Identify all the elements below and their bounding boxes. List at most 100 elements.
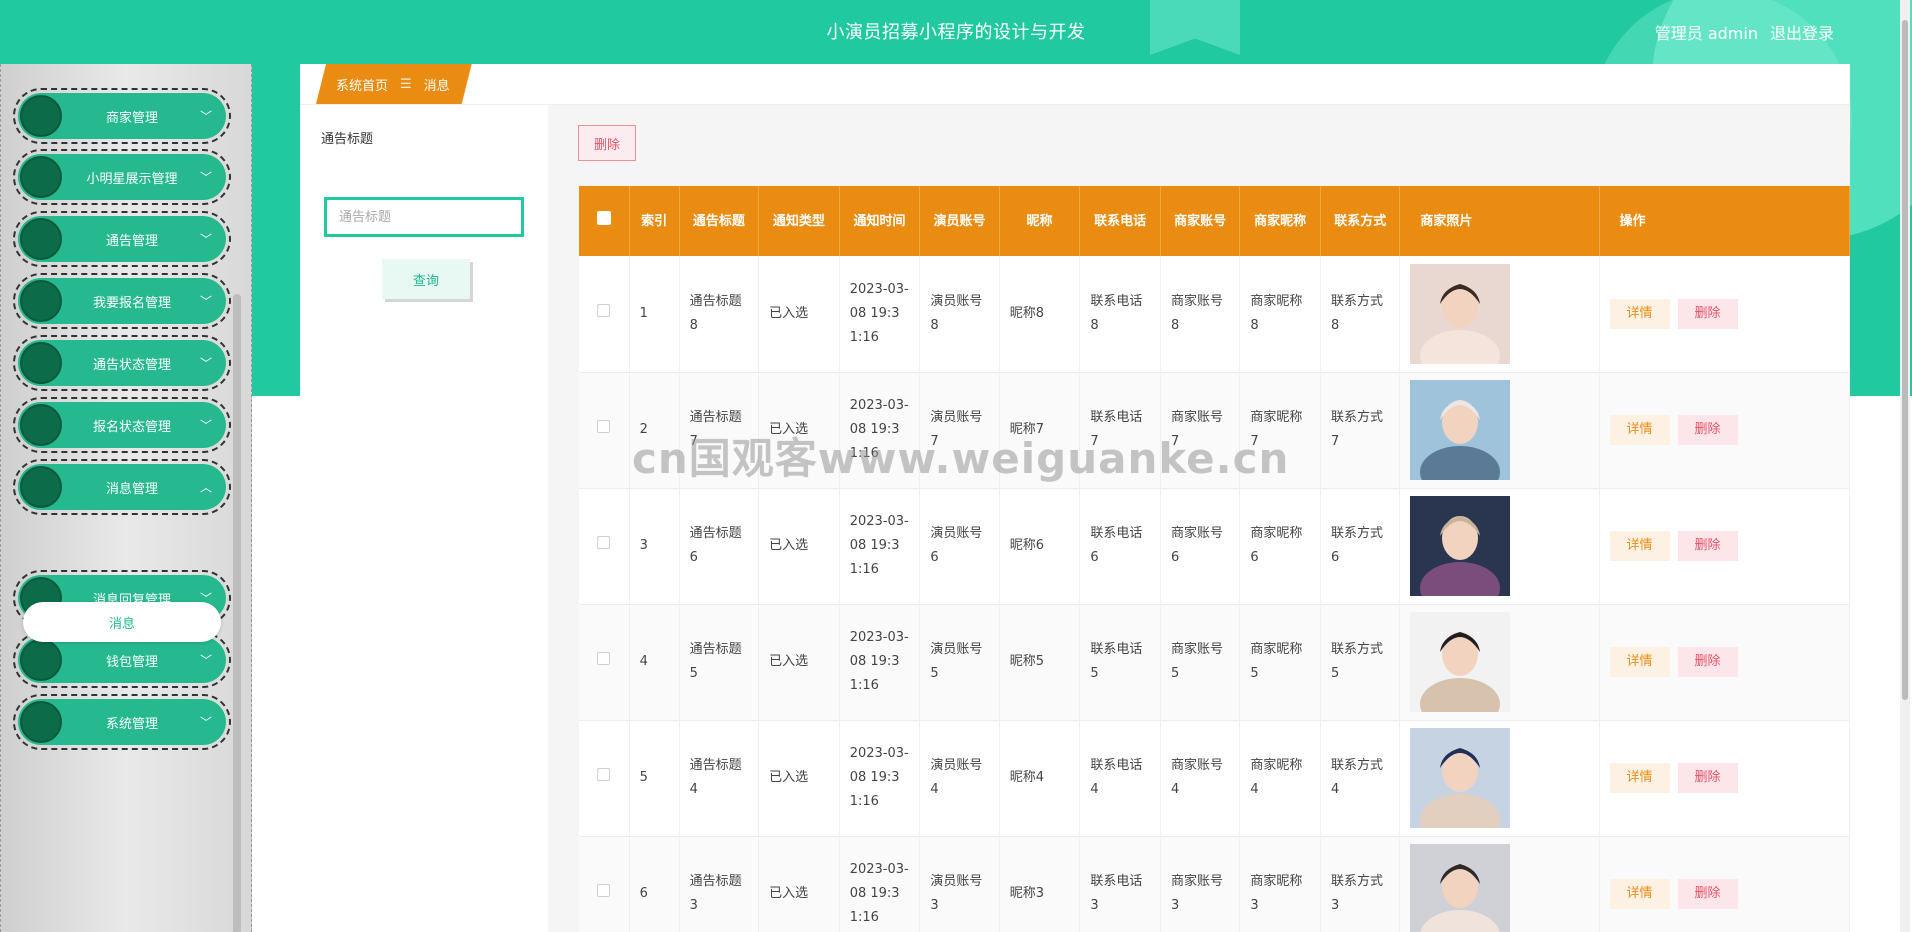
cell-time: 2023-03-08 19:31:16 xyxy=(839,256,921,372)
sidebar: 商家管理 ﹀ 小明星展示管理 ﹀ 通告管理 ﹀ 我要报名管理 ﹀ 通告状态管理 ﹀ 报名状态管理 ﹀ 消… xyxy=(0,64,252,932)
cell-shop-photo xyxy=(1399,372,1600,488)
query-button[interactable]: 查询 xyxy=(382,259,470,299)
sidebar-item-pill[interactable]: 小明星展示管理 ﹀ xyxy=(18,154,226,200)
sidebar-item[interactable]: 消息管理 ︿ xyxy=(13,459,231,515)
row-checkbox[interactable] xyxy=(597,884,611,897)
sidebar-scrollbar[interactable] xyxy=(233,294,241,932)
detail-button[interactable]: 详情 xyxy=(1609,763,1670,793)
cell-title: 通告标题7 xyxy=(679,372,760,488)
cell-shop-photo xyxy=(1399,836,1600,932)
detail-button[interactable]: 详情 xyxy=(1609,647,1670,677)
cell-shop: 商家账号7 xyxy=(1160,372,1241,488)
cell-shop-photo xyxy=(1399,720,1600,836)
sidebar-item[interactable]: 通告管理 ﹀ xyxy=(13,211,231,267)
user-label: 管理员 admin xyxy=(1654,24,1758,43)
cell-time: 2023-03-08 19:31:16 xyxy=(839,836,921,932)
sidebar-item-label: 报名状态管理 xyxy=(92,419,171,435)
cell-type: 已入选 xyxy=(758,488,840,604)
cell-shop: 商家账号4 xyxy=(1160,720,1241,836)
row-checkbox-cell xyxy=(579,720,630,836)
circle-icon xyxy=(20,404,62,446)
cell-title: 通告标题8 xyxy=(679,256,760,372)
row-checkbox-cell xyxy=(579,836,630,932)
table-row: 5 通告标题4 已入选 2023-03-08 19:31:16 演员账号4 昵称4 联系电话… xyxy=(579,720,1851,836)
chevron-down-icon: ﹀ xyxy=(199,170,212,185)
sidebar-item-pill[interactable]: 商家管理 ﹀ xyxy=(18,93,226,139)
circle-icon xyxy=(20,156,62,198)
detail-button[interactable]: 详情 xyxy=(1609,879,1670,909)
row-delete-button[interactable]: 删除 xyxy=(1677,298,1738,329)
row-checkbox-cell xyxy=(579,604,630,720)
cell-shop: 商家账号8 xyxy=(1160,256,1241,372)
sidebar-item-label: 钱包管理 xyxy=(105,654,158,670)
cell-shop-photo xyxy=(1399,256,1600,372)
row-delete-button[interactable]: 删除 xyxy=(1677,879,1738,909)
sidebar-item-pill[interactable]: 消息管理 ︿ xyxy=(18,464,226,510)
sidebar-item-pill[interactable]: 通告管理 ﹀ xyxy=(18,216,226,262)
sidebar-item-label: 消息管理 xyxy=(105,481,158,497)
row-checkbox[interactable] xyxy=(597,536,611,549)
table-row: 4 通告标题5 已入选 2023-03-08 19:31:16 演员账号5 昵称5 联系电话… xyxy=(579,604,1851,720)
row-delete-button[interactable]: 删除 xyxy=(1677,531,1738,561)
breadcrumb-home[interactable]: 系统首页 xyxy=(336,75,388,94)
sidebar-item-pill[interactable]: 系统管理 ﹀ xyxy=(18,699,226,745)
column-header: 商家照片 xyxy=(1399,186,1600,256)
title-search-input[interactable] xyxy=(324,197,524,237)
sidebar-item[interactable]: 通告状态管理 ﹀ xyxy=(13,335,231,391)
cell-nick: 昵称8 xyxy=(999,256,1081,372)
cell-type: 已入选 xyxy=(758,372,840,488)
logout-link[interactable]: 退出登录 xyxy=(1770,20,1834,44)
sidebar-item-pill[interactable]: 我要报名管理 ﹀ xyxy=(18,278,226,324)
scrollbar-thumb[interactable] xyxy=(1902,20,1908,700)
column-header: 联系方式 xyxy=(1320,186,1401,256)
cell-shop-nick: 商家昵称4 xyxy=(1239,720,1321,836)
page-scrollbar[interactable] xyxy=(1900,0,1910,932)
detail-button[interactable]: 详情 xyxy=(1609,298,1670,329)
circle-icon xyxy=(20,466,62,508)
sidebar-item-pill[interactable]: 通告状态管理 ﹀ xyxy=(18,340,226,386)
row-delete-button[interactable]: 删除 xyxy=(1677,763,1738,793)
shop-photo xyxy=(1410,844,1511,932)
sidebar-item[interactable]: 我要报名管理 ﹀ xyxy=(13,273,231,329)
row-delete-button[interactable]: 删除 xyxy=(1677,415,1738,445)
cell-actions: 详情 删除 xyxy=(1599,372,1851,488)
batch-delete-button[interactable]: 删除 xyxy=(578,125,636,161)
sidebar-item-pill[interactable]: 钱包管理 ﹀ xyxy=(18,637,226,683)
detail-button[interactable]: 详情 xyxy=(1609,531,1670,561)
column-header: 通知时间 xyxy=(839,186,921,256)
row-checkbox[interactable] xyxy=(597,420,611,433)
cell-type: 已入选 xyxy=(758,256,840,372)
sidebar-item-label: 我要报名管理 xyxy=(92,295,171,311)
column-header: 昵称 xyxy=(999,186,1081,256)
chevron-down-icon: ﹀ xyxy=(199,356,212,371)
cell-actor: 演员账号4 xyxy=(919,720,1000,836)
detail-button[interactable]: 详情 xyxy=(1609,415,1670,445)
sidebar-item-label: 通告状态管理 xyxy=(92,357,171,373)
sidebar-item-pill[interactable]: 报名状态管理 ﹀ xyxy=(18,402,226,448)
row-checkbox[interactable] xyxy=(597,768,611,781)
sidebar-item[interactable]: 系统管理 ﹀ xyxy=(13,694,231,750)
cell-title: 通告标题3 xyxy=(679,836,760,932)
cell-time: 2023-03-08 19:31:16 xyxy=(839,372,921,488)
cell-contact: 联系方式4 xyxy=(1320,720,1401,836)
sidebar-item[interactable]: 报名状态管理 ﹀ xyxy=(13,397,231,453)
sidebar-item-label: 商家管理 xyxy=(105,110,158,126)
cell-title: 通告标题6 xyxy=(679,488,760,604)
row-checkbox[interactable] xyxy=(597,652,611,665)
sidebar-item[interactable]: 小明星展示管理 ﹀ xyxy=(13,149,231,205)
sidebar-item[interactable]: 商家管理 ﹀ xyxy=(13,88,231,144)
cell-idx: 2 xyxy=(629,372,680,488)
select-all-checkbox[interactable] xyxy=(579,186,630,256)
chevron-up-icon: ︿ xyxy=(199,480,212,495)
column-header: 商家账号 xyxy=(1160,186,1241,256)
circle-icon xyxy=(20,218,62,260)
cell-actor: 演员账号5 xyxy=(919,604,1000,720)
row-checkbox[interactable] xyxy=(597,303,611,317)
circle-icon xyxy=(20,342,62,384)
cell-contact: 联系方式7 xyxy=(1320,372,1401,488)
user-area: 管理员 admin 退出登录 xyxy=(1655,20,1834,44)
sidebar-subitem-message[interactable]: 消息 xyxy=(23,602,221,642)
breadcrumb-current: 消息 xyxy=(423,78,450,94)
row-delete-button[interactable]: 删除 xyxy=(1677,647,1738,677)
cell-actor: 演员账号7 xyxy=(919,372,1000,488)
